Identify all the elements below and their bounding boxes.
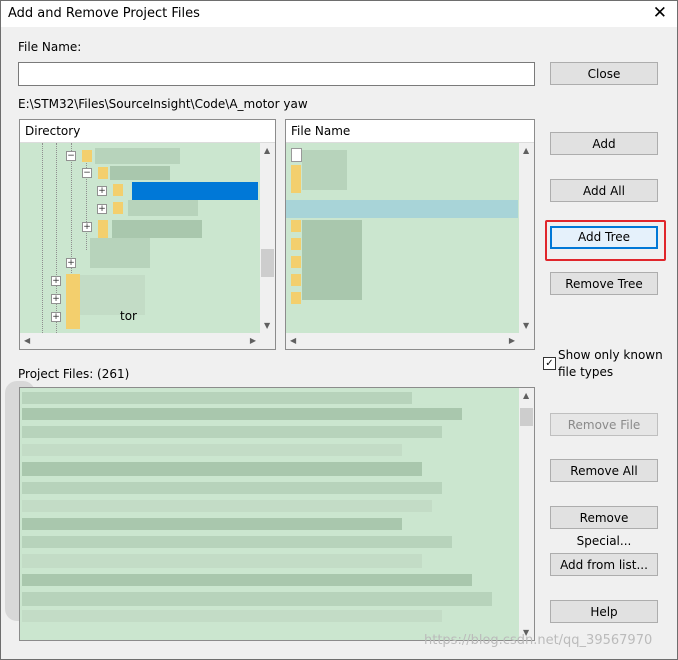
add-from-list-button[interactable]: Add from list... xyxy=(550,553,658,576)
tree-item-label: tor xyxy=(120,309,137,323)
folder-icon xyxy=(291,220,301,232)
window-title: Add and Remove Project Files xyxy=(8,6,200,21)
scroll-up-icon[interactable]: ▲ xyxy=(264,146,270,155)
blurred-item xyxy=(22,518,402,530)
expand-icon[interactable]: + xyxy=(97,186,107,196)
folder-icon xyxy=(98,167,108,179)
blurred-item xyxy=(22,500,432,512)
add-remove-project-files-dialog: Add and Remove Project Files ✕ File Name… xyxy=(0,0,678,660)
add-all-button[interactable]: Add All xyxy=(550,179,658,202)
help-button[interactable]: Help xyxy=(550,600,658,623)
collapse-icon[interactable]: − xyxy=(66,151,76,161)
horizontal-scrollbar[interactable]: ◀ ▶ xyxy=(286,333,519,349)
file-name-label: File Name: xyxy=(18,40,82,54)
blurred-item xyxy=(22,610,442,622)
remove-file-button[interactable]: Remove File xyxy=(550,413,658,436)
expand-icon[interactable]: + xyxy=(51,312,61,322)
file-name-column-header[interactable]: File Name xyxy=(286,120,534,143)
blurred-item xyxy=(112,220,202,238)
file-name-header-label: File Name xyxy=(291,124,351,138)
expand-icon[interactable]: + xyxy=(97,204,107,214)
folder-icon xyxy=(291,274,301,286)
tree-line xyxy=(56,143,57,333)
folder-icon xyxy=(66,274,80,329)
vertical-scrollbar[interactable]: ▲ ▼ xyxy=(260,143,275,333)
tree-line xyxy=(71,143,72,273)
file-icon xyxy=(291,148,302,162)
file-name-input[interactable] xyxy=(18,62,535,86)
project-files-label: Project Files: (261) xyxy=(18,367,130,381)
close-icon[interactable]: ✕ xyxy=(653,4,667,22)
close-button[interactable]: Close xyxy=(550,62,658,85)
scrollbar-thumb[interactable] xyxy=(261,249,274,277)
blurred-item xyxy=(22,554,422,568)
expand-icon[interactable]: + xyxy=(51,294,61,304)
blurred-item xyxy=(22,536,452,548)
blurred-item xyxy=(302,220,362,300)
show-only-known-checkbox[interactable]: ✓ xyxy=(543,357,556,370)
project-files-list[interactable]: ▲ ▼ xyxy=(19,387,535,641)
selected-file-row[interactable] xyxy=(286,200,518,218)
scroll-corner xyxy=(260,333,275,349)
vertical-scrollbar[interactable]: ▲ ▼ xyxy=(519,143,534,333)
expand-icon[interactable]: + xyxy=(51,276,61,286)
blurred-item xyxy=(302,150,347,190)
folder-icon xyxy=(82,150,92,162)
scroll-down-icon[interactable]: ▼ xyxy=(264,321,270,330)
blurred-item xyxy=(22,426,442,438)
blurred-item xyxy=(22,574,472,586)
remove-special-button[interactable]: Remove Special... xyxy=(550,506,658,548)
blurred-item xyxy=(128,200,198,216)
expand-icon[interactable]: + xyxy=(66,258,76,268)
folder-icon xyxy=(291,292,301,304)
directory-tree[interactable]: Directory − − + + + + + + + tor ▲ ▼ ◀ ▶ xyxy=(19,119,276,350)
collapse-icon[interactable]: − xyxy=(82,168,92,178)
blurred-item xyxy=(22,392,412,404)
blurred-item xyxy=(110,166,170,180)
watermark: https://blog.csdn.net/qq_39567970 xyxy=(424,633,653,648)
blurred-item xyxy=(90,238,150,268)
scroll-left-icon[interactable]: ◀ xyxy=(290,336,296,345)
file-list[interactable]: File Name ▲ ▼ ◀ ▶ xyxy=(285,119,535,350)
tree-line xyxy=(42,143,43,333)
scrollbar-thumb[interactable] xyxy=(520,408,533,426)
blurred-item xyxy=(22,462,422,476)
scroll-left-icon[interactable]: ◀ xyxy=(24,336,30,345)
add-button[interactable]: Add xyxy=(550,132,658,155)
blurred-item xyxy=(22,444,402,456)
scroll-corner xyxy=(519,333,534,349)
folder-icon xyxy=(291,256,301,268)
scroll-up-icon[interactable]: ▲ xyxy=(523,391,529,400)
expand-icon[interactable]: + xyxy=(82,222,92,232)
current-path: E:\STM32\Files\SourceInsight\Code\A_moto… xyxy=(18,97,308,111)
folder-icon xyxy=(113,202,123,214)
scroll-right-icon[interactable]: ▶ xyxy=(509,336,515,345)
show-only-known-label-line1: Show only known xyxy=(558,348,663,362)
blurred-item xyxy=(22,408,462,420)
blurred-item xyxy=(22,592,492,606)
add-tree-button[interactable]: Add Tree xyxy=(550,226,658,249)
show-only-known-label-line2: file types xyxy=(558,365,614,379)
folder-icon xyxy=(291,238,301,250)
directory-column-header[interactable]: Directory xyxy=(20,120,275,143)
blurred-item xyxy=(95,148,180,164)
folder-icon xyxy=(291,165,301,193)
scroll-up-icon[interactable]: ▲ xyxy=(523,146,529,155)
title-bar: Add and Remove Project Files ✕ xyxy=(1,1,677,27)
vertical-scrollbar[interactable]: ▲ ▼ xyxy=(519,388,534,640)
scroll-down-icon[interactable]: ▼ xyxy=(523,321,529,330)
remove-all-button[interactable]: Remove All xyxy=(550,459,658,482)
horizontal-scrollbar[interactable]: ◀ ▶ xyxy=(20,333,260,349)
folder-icon xyxy=(113,184,123,196)
selected-tree-item[interactable] xyxy=(132,182,258,200)
scroll-right-icon[interactable]: ▶ xyxy=(250,336,256,345)
blurred-item xyxy=(22,482,442,494)
directory-header-label: Directory xyxy=(25,124,81,138)
remove-tree-button[interactable]: Remove Tree xyxy=(550,272,658,295)
